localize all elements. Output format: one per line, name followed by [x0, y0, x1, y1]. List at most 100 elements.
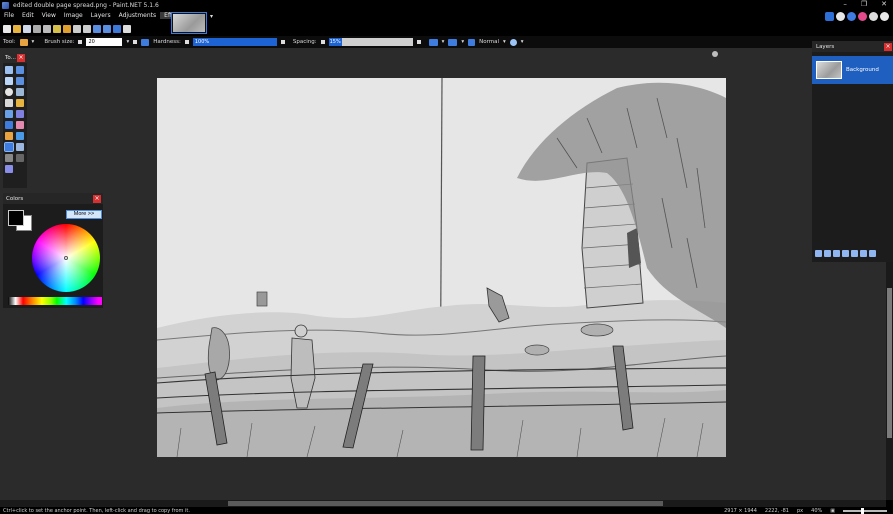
move-selection-tool-icon[interactable]: [16, 66, 24, 74]
redo-icon[interactable]: [103, 24, 111, 33]
layers-panel-close-icon[interactable]: ×: [884, 42, 892, 51]
spacing-increase-icon[interactable]: [416, 40, 421, 44]
zoom-slider[interactable]: [843, 507, 887, 514]
paste-icon[interactable]: [63, 24, 71, 33]
units-select[interactable]: px: [797, 508, 803, 514]
sampling-mode-icon[interactable]: [428, 38, 438, 46]
save-icon[interactable]: [23, 24, 31, 33]
menu-image[interactable]: Image: [60, 12, 87, 19]
alpha-mode-icon[interactable]: [509, 38, 517, 46]
color-palette-strip[interactable]: [8, 297, 102, 305]
pan-tool-icon[interactable]: [16, 99, 24, 107]
antialias-icon[interactable]: [141, 38, 150, 46]
maximize-icon[interactable]: ❐: [861, 0, 867, 8]
copy-icon[interactable]: [53, 24, 61, 33]
canvas-settings-gear-icon[interactable]: [712, 51, 718, 57]
eraser-tool-icon[interactable]: [16, 121, 24, 129]
layers-window-icon[interactable]: [847, 12, 856, 21]
layers-actions: [815, 250, 876, 257]
spacing-slider[interactable]: 15%: [328, 38, 413, 46]
vertical-scroll-thumb[interactable]: [887, 288, 892, 438]
primary-color-swatch[interactable]: [8, 210, 24, 226]
clone-stamp-tool-icon[interactable]: [19, 38, 28, 46]
crop-icon[interactable]: [73, 24, 81, 33]
help-icon[interactable]: [880, 12, 889, 21]
move-layer-down-icon[interactable]: [860, 250, 867, 257]
tab-dropdown-icon[interactable]: ▾: [210, 13, 213, 20]
zoom-fit-icon[interactable]: ▣: [830, 508, 835, 514]
zoom-level[interactable]: 40%: [811, 508, 822, 514]
zoom-tool-icon[interactable]: [16, 88, 24, 96]
magic-wand-tool-icon[interactable]: [5, 99, 13, 107]
horizontal-scroll-thumb[interactable]: [228, 501, 663, 506]
deselect-icon[interactable]: [83, 24, 91, 33]
delete-layer-icon[interactable]: [824, 250, 831, 257]
shapes-tool-icon[interactable]: [5, 165, 13, 173]
grid-icon[interactable]: [113, 24, 121, 33]
ruler-icon[interactable]: [123, 24, 131, 33]
lasso-select-tool-icon[interactable]: [5, 77, 13, 85]
menu-file[interactable]: File: [0, 12, 18, 19]
minimize-icon[interactable]: –: [843, 0, 847, 8]
hardness-slider[interactable]: 100%: [192, 38, 277, 46]
line-curve-tool-icon[interactable]: [16, 154, 24, 162]
layers-panel-header: Layers ×: [812, 41, 893, 52]
clone-stamp-tool-button-icon[interactable]: [4, 142, 14, 152]
alpha-mode-dropdown-icon[interactable]: ▾: [521, 39, 524, 45]
gradient-tool-icon[interactable]: [16, 110, 24, 118]
spacing-decrease-icon[interactable]: [320, 40, 325, 44]
history-window-icon[interactable]: [836, 12, 845, 21]
color-wheel-selector[interactable]: [64, 256, 68, 260]
paintbrush-tool-icon[interactable]: [5, 121, 13, 129]
image-tab[interactable]: [171, 12, 207, 34]
colors-window-icon[interactable]: [858, 12, 867, 21]
blend-mode-dropdown-icon[interactable]: ▾: [503, 39, 506, 45]
menu-adjustments[interactable]: Adjustments: [115, 12, 161, 19]
tool-dropdown-icon[interactable]: ▾: [32, 39, 35, 45]
recolor-tool-icon[interactable]: [16, 143, 24, 151]
hardness-decrease-icon[interactable]: [184, 40, 189, 44]
menu-edit[interactable]: Edit: [18, 12, 38, 19]
window-controls: – ❐ ✕: [843, 0, 887, 8]
merge-layer-icon[interactable]: [842, 250, 849, 257]
cut-icon[interactable]: [43, 24, 51, 33]
spacing-label: Spacing:: [292, 39, 317, 45]
tools-panel-close-icon[interactable]: ×: [17, 54, 25, 62]
colors-panel-close-icon[interactable]: ×: [93, 194, 101, 203]
settings-gear-icon[interactable]: [869, 12, 878, 21]
rectangle-select-tool-icon[interactable]: [5, 66, 13, 74]
brush-size-increase-icon[interactable]: [133, 40, 138, 44]
add-layer-icon[interactable]: [815, 250, 822, 257]
paint-bucket-tool-icon[interactable]: [5, 110, 13, 118]
color-picker-tool-icon[interactable]: [16, 132, 24, 140]
blend-mode-select[interactable]: Normal: [479, 39, 499, 45]
layer-properties-icon[interactable]: [869, 250, 876, 257]
print-icon[interactable]: [33, 24, 41, 33]
move-selected-tool-icon[interactable]: [16, 77, 24, 85]
antialiasing-mode-icon[interactable]: [448, 38, 458, 46]
menu-layers[interactable]: Layers: [87, 12, 115, 19]
tools-window-icon[interactable]: [825, 12, 834, 21]
colors-panel: Colors × More >>: [3, 193, 103, 308]
open-file-icon[interactable]: [13, 24, 21, 33]
hardness-increase-icon[interactable]: [280, 40, 285, 44]
brush-size-decrease-icon[interactable]: [78, 40, 83, 44]
sampling-dropdown-icon[interactable]: ▾: [442, 39, 445, 45]
brush-size-input[interactable]: 20: [86, 38, 123, 46]
antialiasing-dropdown-icon[interactable]: ▾: [461, 39, 464, 45]
horizontal-scrollbar[interactable]: [0, 500, 886, 507]
close-icon[interactable]: ✕: [881, 0, 887, 8]
new-file-icon[interactable]: [3, 24, 11, 33]
ellipse-select-tool-icon[interactable]: [5, 88, 13, 96]
more-colors-button[interactable]: More >>: [66, 210, 102, 219]
text-tool-icon[interactable]: [5, 154, 13, 162]
brush-size-dropdown-icon[interactable]: ▾: [126, 39, 129, 45]
duplicate-layer-icon[interactable]: [833, 250, 840, 257]
document-canvas[interactable]: [157, 78, 726, 457]
window-utility-icons: [825, 12, 889, 21]
move-layer-up-icon[interactable]: [851, 250, 858, 257]
menu-view[interactable]: View: [38, 12, 60, 19]
undo-icon[interactable]: [93, 24, 101, 33]
layer-row-background[interactable]: Background: [812, 56, 893, 84]
pencil-tool-icon[interactable]: [5, 132, 13, 140]
